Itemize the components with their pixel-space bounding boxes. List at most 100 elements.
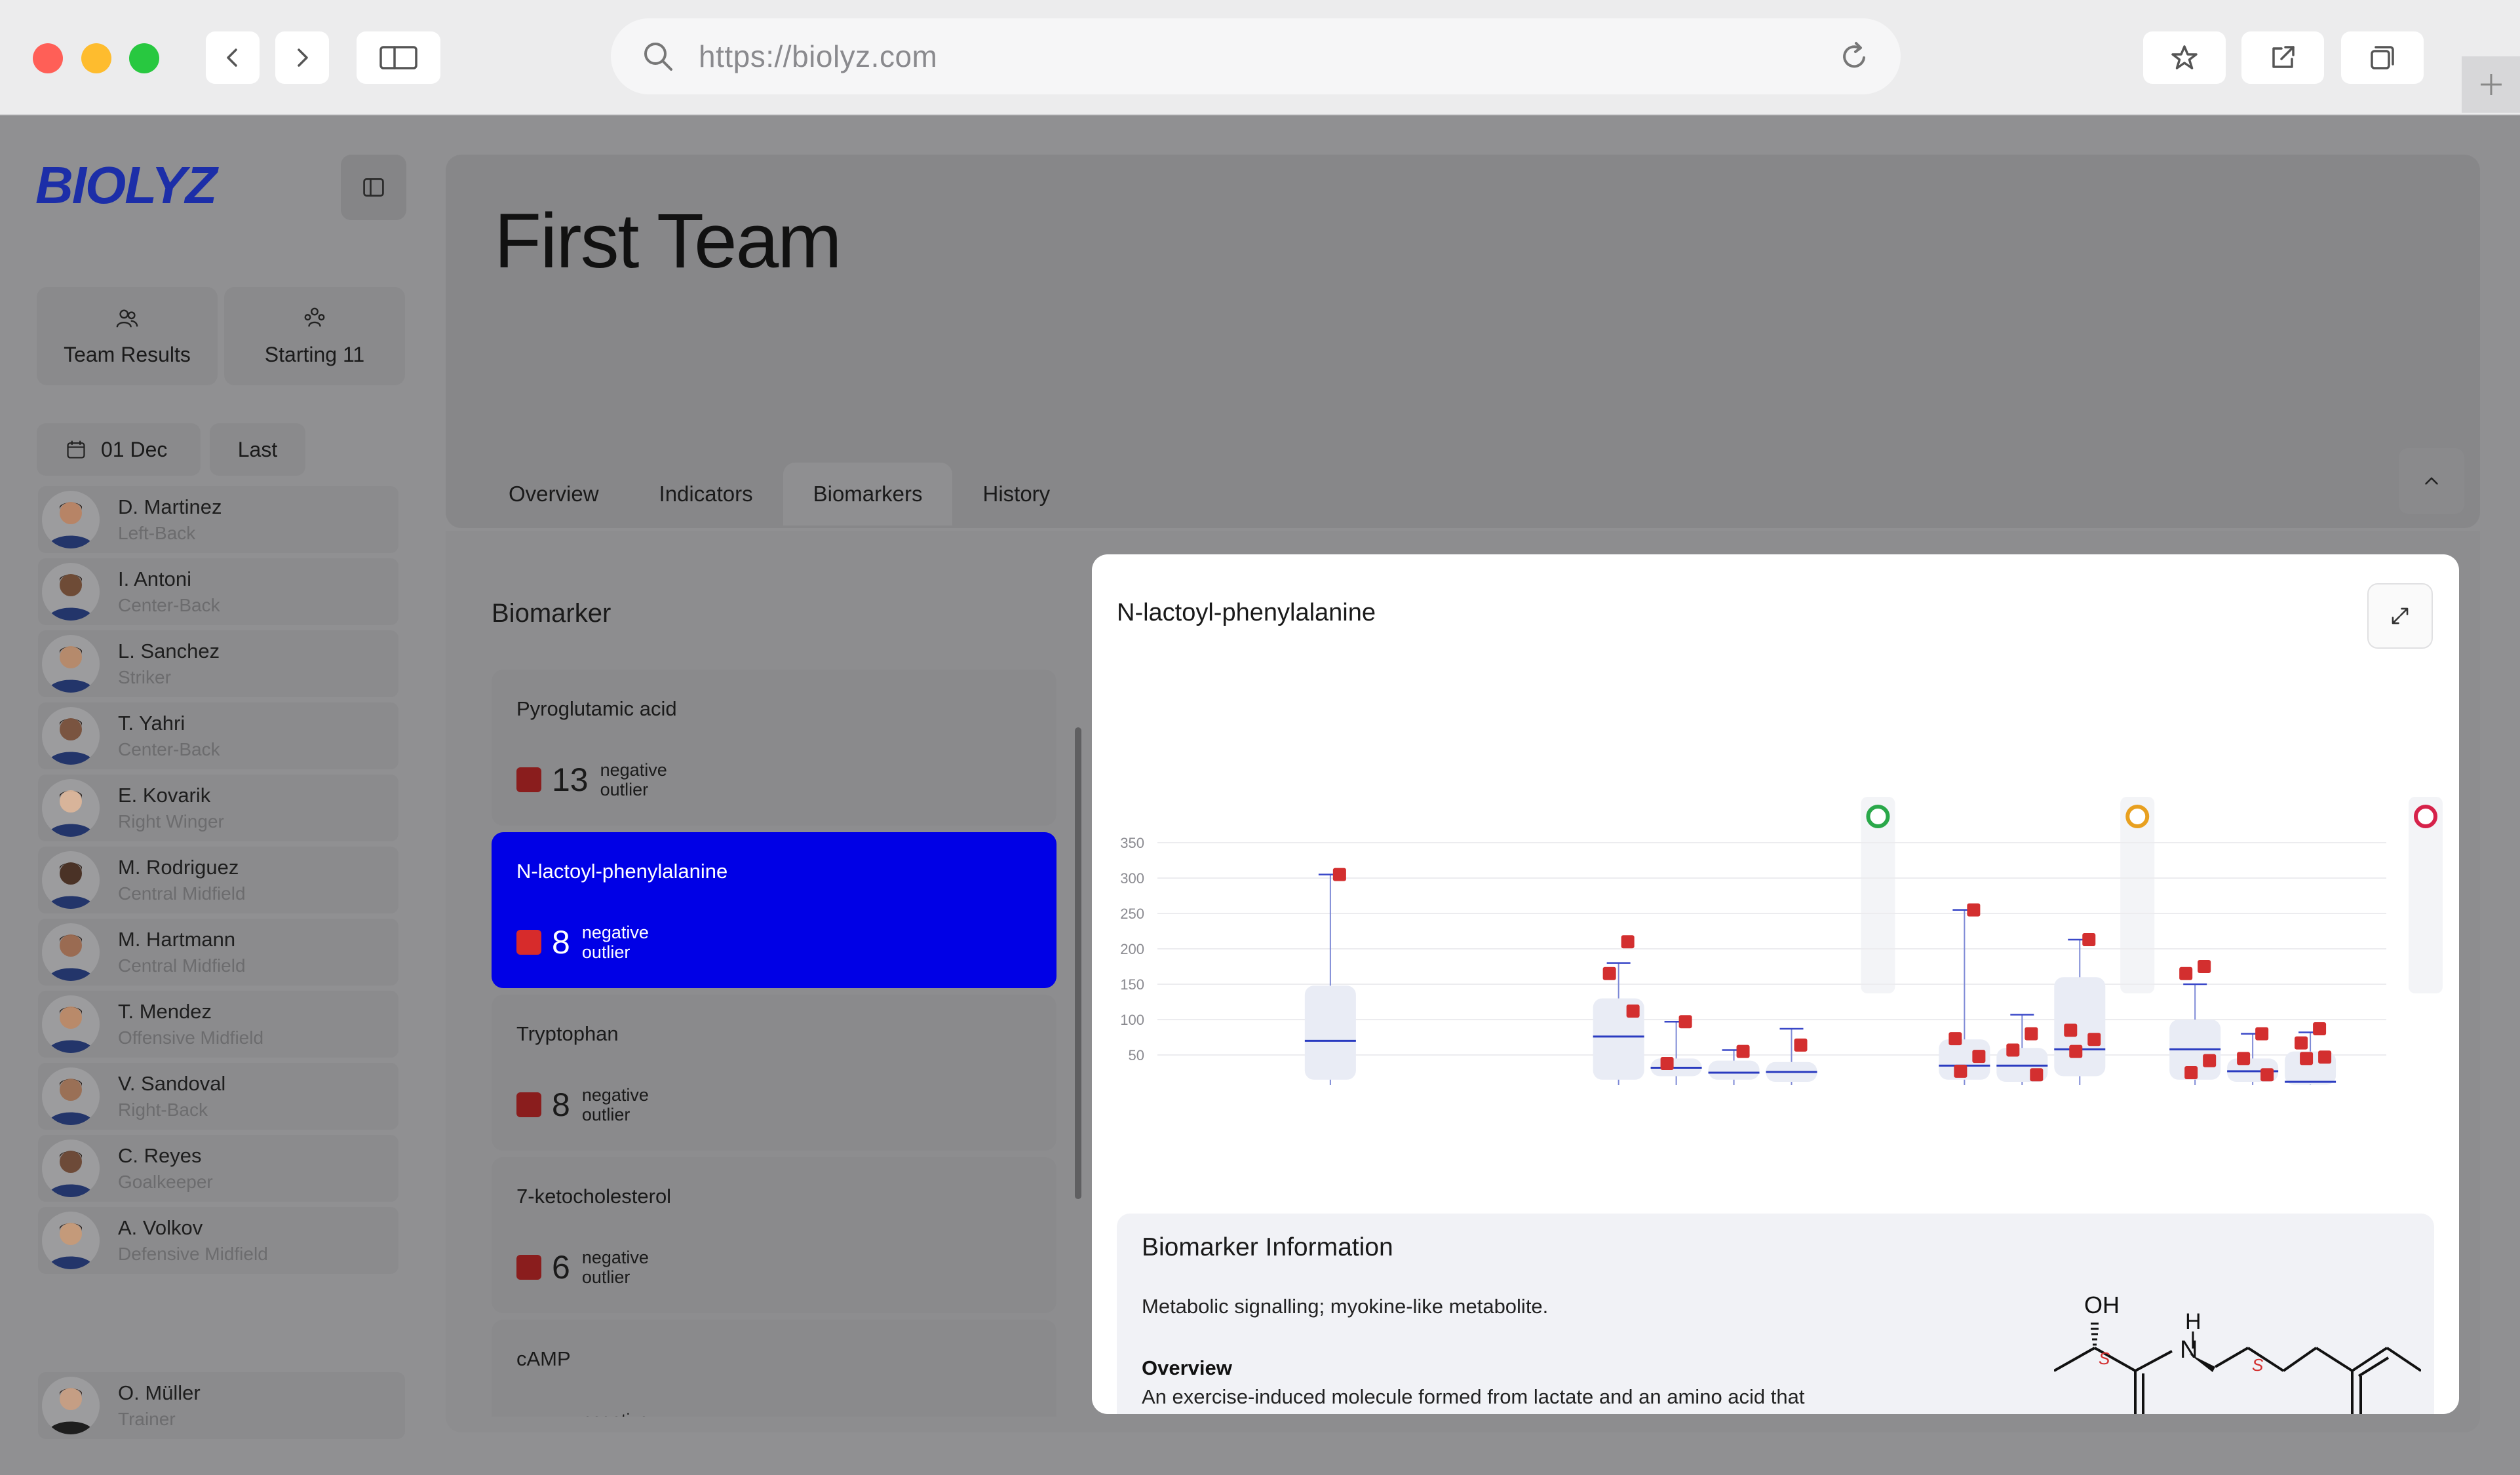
stereo-s-label: S	[2099, 1349, 2110, 1368]
forward-button[interactable]	[275, 31, 329, 84]
player-item[interactable]: C. Reyes Goalkeeper	[38, 1135, 398, 1202]
outlier-point	[1660, 1056, 1674, 1070]
biomarker-item[interactable]: 7-ketocholesterol 6 negative outlier	[492, 1157, 1056, 1313]
y-tick-label: 300	[1120, 870, 1144, 887]
outlier-label: negative outlier	[600, 760, 667, 799]
player-name: L. Sanchez	[118, 640, 220, 662]
reload-icon[interactable]	[1836, 38, 1873, 75]
maximize-window-button[interactable]	[129, 43, 159, 73]
biomarker-item[interactable]: N-lactoyl-phenylalanine 8 negative outlier	[492, 832, 1056, 988]
y-tick-label: 100	[1120, 1012, 1144, 1028]
new-tab-button[interactable]	[2462, 56, 2520, 113]
player-item[interactable]: T. Mendez Offensive Midfield	[38, 991, 398, 1058]
player-item[interactable]: M. Rodriguez Central Midfield	[38, 847, 398, 913]
share-icon	[2272, 46, 2295, 68]
date-chip[interactable]: 01 Dec	[37, 423, 201, 476]
chevron-right-icon	[298, 48, 308, 67]
biomarker-name: Pyroglutamic acid	[516, 697, 677, 720]
outlier-point	[1736, 1044, 1750, 1058]
player-role: Right-Back	[118, 1100, 208, 1120]
outlier-point	[2087, 1033, 2101, 1046]
biomarker-heading: Biomarker	[492, 599, 611, 628]
collapse-sidebar-button[interactable]	[341, 155, 406, 220]
bookmark-button[interactable]	[2143, 31, 2226, 84]
plus-icon	[2480, 74, 2502, 95]
biomarker-box-chart[interactable]: 050100150200250300350Nov 12Nov 14Nov 16N…	[1105, 718, 2455, 1085]
sidebar-toggle-button[interactable]	[357, 31, 440, 84]
player-item[interactable]: E. Kovarik Right Winger	[38, 775, 398, 841]
biomarker-item[interactable]: Tryptophan 8 negative outlier	[492, 995, 1056, 1151]
player-role: Central Midfield	[118, 883, 246, 904]
tabs-overview-button[interactable]	[2341, 31, 2424, 84]
biomarker-item[interactable]: cAMP 5 negative outlier	[492, 1320, 1056, 1417]
biomarker-list-scrollbar[interactable]	[1075, 727, 1081, 1199]
stereo-s-label: S	[2252, 1355, 2264, 1375]
outlier-point	[1967, 903, 1981, 917]
back-button[interactable]	[206, 31, 260, 84]
outlier-point	[2300, 1052, 2314, 1065]
last-chip[interactable]: Last	[210, 423, 305, 476]
outlier-count: 6	[552, 1249, 570, 1286]
player-item[interactable]: M. Hartmann Central Midfield	[38, 919, 398, 986]
tab-indicators[interactable]: Indicators	[629, 463, 783, 526]
biomarker-item[interactable]: Pyroglutamic acid 13 negative outlier	[492, 670, 1056, 826]
tabs-icon	[2371, 46, 2394, 69]
player-list: D. Martinez Left-Back I. Antoni Center-Back…	[38, 486, 398, 1279]
player-item[interactable]: V. Sandoval Right-Back	[38, 1063, 398, 1130]
tab-biomarkers[interactable]: Biomarkers	[783, 463, 953, 526]
biomarker-name: N-lactoyl-phenylalanine	[516, 860, 728, 883]
player-name: M. Rodriguez	[118, 856, 239, 879]
expand-chart-button[interactable]	[2367, 583, 2433, 649]
player-item[interactable]: A. Volkov Defensive Midfield	[38, 1207, 398, 1274]
outlier-point	[1948, 1032, 1962, 1046]
trainer-name: O. Müller	[118, 1381, 201, 1404]
biomarker-info-card: Biomarker Information Metabolic signalli…	[1117, 1214, 2434, 1414]
search-icon	[644, 43, 672, 71]
player-item[interactable]: L. Sanchez Striker	[38, 630, 398, 697]
player-item[interactable]: D. Martinez Left-Back	[38, 486, 398, 553]
outlier-swatch	[516, 930, 541, 955]
player-role: Center-Back	[118, 595, 220, 615]
trainer-role: Trainer	[118, 1409, 176, 1429]
player-role: Left-Back	[118, 523, 196, 543]
biomarker-outlier-stat: 5 negative outlier	[516, 1410, 661, 1417]
outlier-count: 5	[552, 1411, 570, 1417]
starting-11-button[interactable]: Starting 11	[224, 287, 405, 385]
close-window-button[interactable]	[33, 43, 63, 73]
collapse-header-button[interactable]	[2399, 448, 2464, 514]
browser-toolbar: https://biolyz.com	[0, 0, 2520, 115]
avatar	[42, 995, 100, 1053]
biomarker-outlier-stat: 8 negative outlier	[516, 1085, 661, 1124]
avatar	[42, 563, 100, 621]
outlier-swatch	[516, 767, 541, 792]
address-bar[interactable]: https://biolyz.com	[611, 18, 1901, 94]
trainer-item[interactable]: O. Müller Trainer	[38, 1372, 405, 1439]
player-name: D. Martinez	[118, 495, 222, 518]
biomarker-name: 7-ketocholesterol	[516, 1185, 672, 1208]
biomarker-name: Tryptophan	[516, 1022, 619, 1045]
overview-text: An exercise-induced molecule formed from…	[1142, 1385, 1805, 1408]
player-item[interactable]: I. Antoni Center-Back	[38, 558, 398, 625]
avatar	[42, 923, 100, 981]
biomarker-list: Pyroglutamic acid 13 negative outlier N-lac…	[492, 670, 1056, 1417]
player-role: Goalkeeper	[118, 1172, 213, 1192]
outlier-point	[1332, 868, 1346, 881]
player-role: Center-Back	[118, 739, 220, 759]
outlier-label: negative outlier	[581, 923, 649, 962]
nitrogen-label: N	[2180, 1336, 2198, 1364]
minimize-window-button[interactable]	[81, 43, 111, 73]
share-button[interactable]	[2241, 31, 2324, 84]
outlier-point	[1602, 967, 1616, 980]
box-body	[2054, 977, 2106, 1077]
team-results-button[interactable]: Team Results	[37, 287, 218, 385]
avatar	[42, 1377, 100, 1434]
outlier-label: negative outlier	[581, 1085, 649, 1124]
tab-overview[interactable]: Overview	[478, 463, 629, 526]
y-tick-label: 350	[1120, 835, 1144, 851]
tab-history[interactable]: History	[952, 463, 1080, 526]
player-role: Right Winger	[118, 811, 224, 832]
player-item[interactable]: T. Yahri Center-Back	[38, 702, 398, 769]
outlier-count: 13	[552, 761, 589, 798]
overview-heading: Overview	[1142, 1356, 1232, 1379]
y-tick-label: 0	[1136, 1082, 1144, 1085]
